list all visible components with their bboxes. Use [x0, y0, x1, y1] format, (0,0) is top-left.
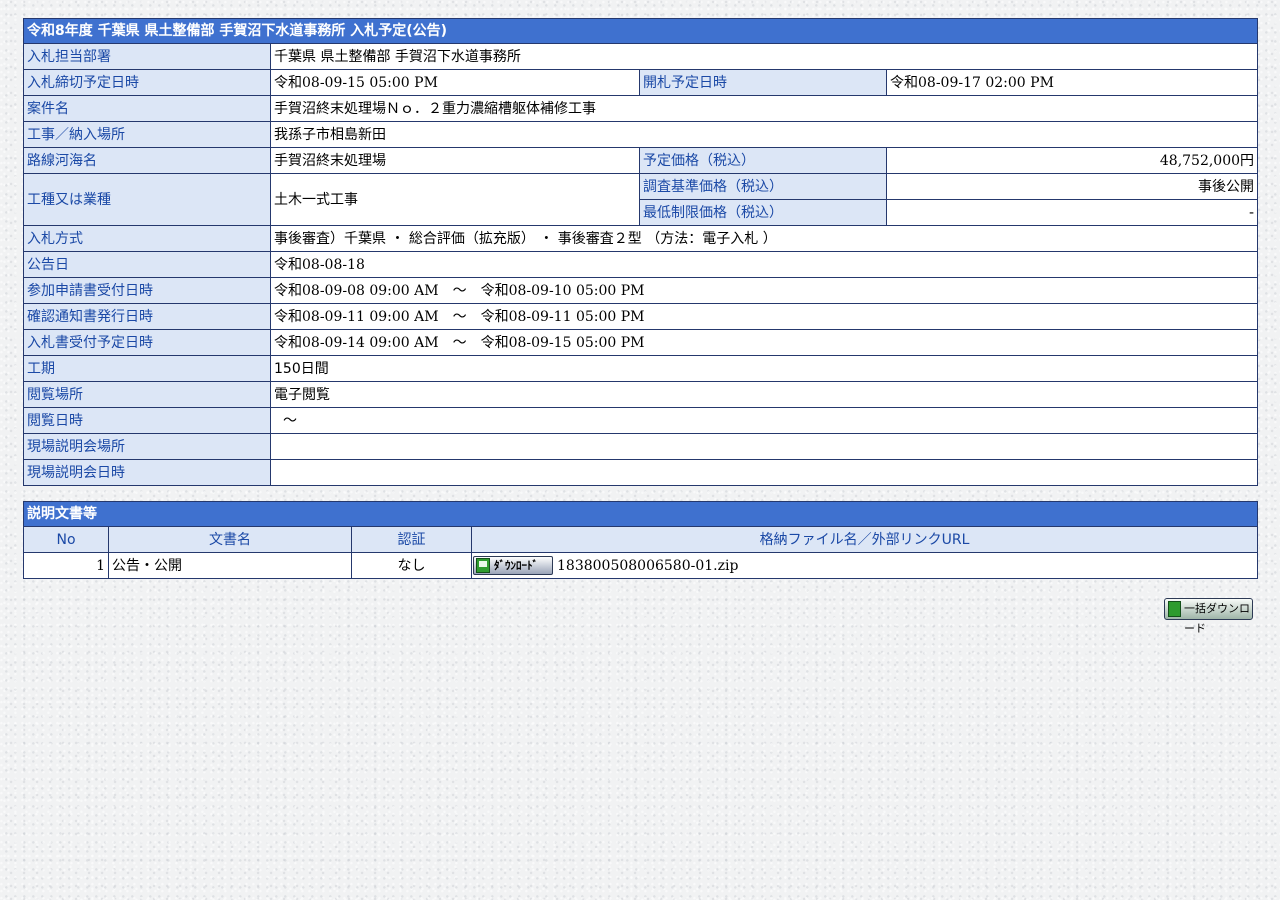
bulk-download-label: 一括ダウンロード	[1184, 602, 1250, 635]
row-case-name: 案件名 手賀沼終末処理場Ｎｏ．２重力濃縮槽躯体補修工事	[23, 95, 1259, 122]
row-bid-receipt: 入札書受付予定日時 令和08-09-14 09:00 AM ～ 令和08-09-…	[23, 329, 1259, 356]
floppy-disk-icon	[1168, 601, 1181, 617]
label-announce-date: 公告日	[23, 251, 271, 278]
value-method: 事後審査）千葉県 ・ 総合評価（拡充版） ・ 事後審査２型 （方法：電子入札 ）	[269, 225, 1259, 252]
header-auth: 認証	[351, 526, 472, 553]
doc-file-cell: ﾀﾞｳﾝﾛｰﾄﾞ 183800508006580-01.zip	[471, 552, 1258, 579]
value-case-name: 手賀沼終末処理場Ｎｏ．２重力濃縮槽躯体補修工事	[269, 95, 1259, 122]
notice-table: 令和8年度 千葉県 県土整備部 手賀沼下水道事務所 入札予定(公告) 入札担当部…	[22, 18, 1259, 486]
label-case-name: 案件名	[23, 95, 271, 122]
label-site-datetime: 現場説明会日時	[23, 459, 271, 486]
row-deadline: 入札締切予定日時 令和08-09-15 05:00 PM 開札予定日時 令和08…	[23, 69, 1259, 96]
label-dept: 入札担当部署	[23, 43, 271, 70]
row-route: 路線河海名 手賀沼終末処理場 予定価格（税込） 48,752,000円	[23, 147, 1259, 174]
value-work-type: 土木一式工事	[270, 173, 640, 226]
label-opening: 開札予定日時	[639, 69, 887, 96]
label-method: 入札方式	[23, 225, 271, 252]
row-view-place: 閲覧場所 電子閲覧	[23, 381, 1259, 408]
download-button[interactable]: ﾀﾞｳﾝﾛｰﾄﾞ	[473, 556, 553, 575]
row-application: 参加申請書受付日時 令和08-09-08 09:00 AM ～ 令和08-09-…	[23, 277, 1259, 304]
value-site-datetime	[269, 459, 1259, 486]
value-bid-receipt: 令和08-09-14 09:00 AM ～ 令和08-09-15 05:00 P…	[269, 329, 1259, 356]
table-row: 1 公告・公開 なし ﾀﾞｳﾝﾛｰﾄﾞ 183800508006580-01.z…	[23, 552, 1258, 579]
header-doc-name: 文書名	[108, 526, 352, 553]
download-button-label: ﾀﾞｳﾝﾛｰﾄﾞ	[494, 559, 538, 572]
label-site-place: 現場説明会場所	[23, 433, 271, 460]
row-method: 入札方式 事後審査）千葉県 ・ 総合評価（拡充版） ・ 事後審査２型 （方法：電…	[23, 225, 1259, 252]
row-confirmation: 確認通知書発行日時 令和08-09-11 09:00 AM ～ 令和08-09-…	[23, 303, 1259, 330]
header-no: No	[23, 526, 109, 553]
value-confirmation: 令和08-09-11 09:00 AM ～ 令和08-09-11 05:00 P…	[269, 303, 1259, 330]
value-min-price: -	[885, 199, 1259, 226]
row-period: 工期 150日間	[23, 355, 1259, 382]
label-deadline: 入札締切予定日時	[23, 69, 271, 96]
value-deadline: 令和08-09-15 05:00 PM	[270, 69, 640, 96]
label-location: 工事／納入場所	[23, 121, 271, 148]
label-work-type: 工種又は業種	[23, 173, 271, 226]
floppy-disk-icon	[476, 558, 490, 573]
doc-file-name: 183800508006580-01.zip	[557, 557, 739, 574]
value-period: 150日間	[269, 355, 1259, 382]
value-view-place: 電子閲覧	[269, 381, 1259, 408]
label-route: 路線河海名	[23, 147, 271, 174]
label-period: 工期	[23, 355, 271, 382]
value-site-place	[269, 433, 1259, 460]
row-announce-date: 公告日 令和08-08-18	[23, 251, 1259, 278]
label-planned-price: 予定価格（税込）	[639, 147, 887, 174]
doc-auth: なし	[351, 552, 472, 579]
label-view-datetime: 閲覧日時	[23, 407, 271, 434]
label-survey-price: 調査基準価格（税込）	[639, 173, 887, 200]
row-site-datetime: 現場説明会日時	[23, 459, 1259, 486]
value-route: 手賀沼終末処理場	[270, 147, 640, 174]
value-survey-price: 事後公開	[885, 173, 1259, 200]
row-work-type: 工種又は業種 土木一式工事 調査基準価格（税込） 事後公開	[23, 173, 1259, 226]
label-min-price: 最低制限価格（税込）	[639, 199, 887, 226]
documents-table: 説明文書等 No 文書名 認証 格納ファイル名／外部リンクURL 1 公告・公開…	[23, 501, 1258, 579]
row-dept: 入札担当部署 千葉県 県土整備部 手賀沼下水道事務所	[23, 43, 1259, 70]
documents-title: 説明文書等	[23, 501, 1258, 527]
row-location: 工事／納入場所 我孫子市相島新田	[23, 121, 1259, 148]
notice-title: 令和8年度 千葉県 県土整備部 手賀沼下水道事務所 入札予定(公告)	[22, 18, 1259, 44]
documents-header-row: No 文書名 認証 格納ファイル名／外部リンクURL	[23, 526, 1258, 553]
value-opening: 令和08-09-17 02:00 PM	[885, 69, 1259, 96]
doc-name: 公告・公開	[108, 552, 352, 579]
label-bid-receipt: 入札書受付予定日時	[23, 329, 271, 356]
value-view-datetime: ～	[269, 407, 1259, 434]
label-confirmation: 確認通知書発行日時	[23, 303, 271, 330]
label-application: 参加申請書受付日時	[23, 277, 271, 304]
bulk-download-button[interactable]: 一括ダウンロード	[1164, 598, 1253, 635]
header-file: 格納ファイル名／外部リンクURL	[471, 526, 1258, 553]
label-view-place: 閲覧場所	[23, 381, 271, 408]
row-site-place: 現場説明会場所	[23, 433, 1259, 460]
value-application: 令和08-09-08 09:00 AM ～ 令和08-09-10 05:00 P…	[269, 277, 1259, 304]
value-announce-date: 令和08-08-18	[269, 251, 1259, 278]
value-dept: 千葉県 県土整備部 手賀沼下水道事務所	[269, 43, 1259, 70]
value-location: 我孫子市相島新田	[269, 121, 1259, 148]
doc-no: 1	[23, 552, 109, 579]
value-planned-price: 48,752,000円	[885, 147, 1259, 174]
row-view-datetime: 閲覧日時 ～	[23, 407, 1259, 434]
